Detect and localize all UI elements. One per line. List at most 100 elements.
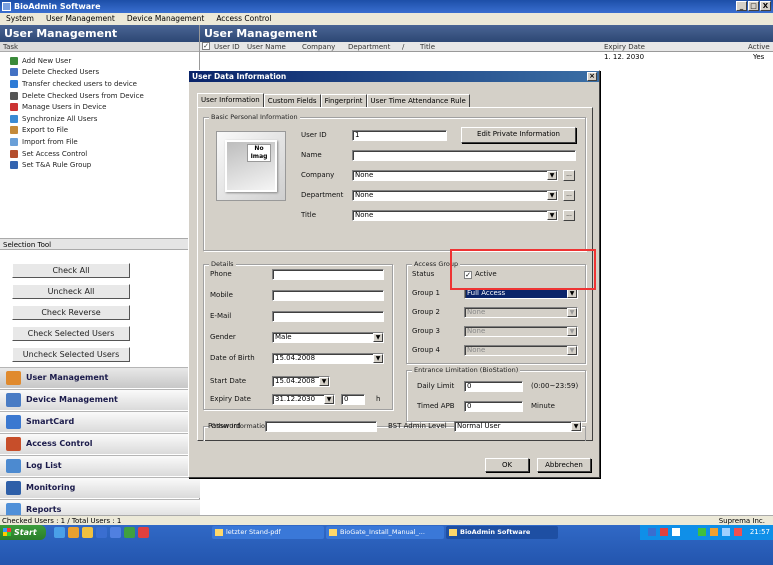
tab-fingerprint[interactable]: Fingerprint: [320, 94, 367, 107]
title-browse-button[interactable]: ...: [563, 210, 575, 221]
daily-limit-field[interactable]: 0: [464, 381, 523, 392]
start-button[interactable]: Start: [0, 525, 46, 540]
nav-access-control[interactable]: Access Control: [0, 433, 200, 454]
menu-user-management[interactable]: User Management: [46, 13, 115, 25]
minimize-button[interactable]: _: [736, 1, 747, 11]
tab-user-information[interactable]: User Information: [197, 93, 264, 107]
tray-alert-icon[interactable]: [734, 528, 742, 536]
nav-monitoring[interactable]: Monitoring: [0, 477, 200, 498]
bst-admin-level-select[interactable]: Normal User ▼: [454, 421, 582, 432]
dob-picker[interactable]: 15.04.2008 ▼: [272, 353, 384, 364]
taskbar-item-bioadmin[interactable]: BioAdmin Software: [446, 526, 558, 539]
chevron-down-icon[interactable]: ▼: [571, 422, 581, 431]
name-field[interactable]: [352, 150, 576, 161]
close-button[interactable]: X: [760, 1, 771, 11]
chevron-down-icon[interactable]: ▼: [567, 346, 577, 355]
chevron-down-icon[interactable]: ▼: [373, 333, 383, 342]
chevron-down-icon[interactable]: ▼: [319, 377, 329, 386]
menu-access-control[interactable]: Access Control: [216, 13, 271, 25]
mobile-field[interactable]: [272, 290, 384, 301]
phone-field[interactable]: [272, 269, 384, 280]
task-delete-from-device[interactable]: Delete Checked Users from Device: [10, 90, 199, 102]
tray-update-icon[interactable]: [698, 528, 706, 536]
tray-app-icon[interactable]: [672, 528, 680, 536]
department-select[interactable]: None ▼: [352, 190, 558, 201]
app-icon: [2, 2, 11, 11]
start-date-picker[interactable]: 15.04.2008 ▼: [272, 376, 330, 387]
tray-network-icon[interactable]: [648, 528, 656, 536]
chevron-down-icon[interactable]: ▼: [567, 308, 577, 317]
expiry-hour-field[interactable]: 0: [341, 394, 365, 405]
nav-smartcard[interactable]: SmartCard: [0, 411, 200, 432]
task-export-to-file[interactable]: Export to File: [10, 125, 199, 137]
menu-system[interactable]: System: [6, 13, 34, 25]
task-set-ta-rule-group[interactable]: Set T&A Rule Group: [10, 159, 199, 171]
quicklaunch-media-icon[interactable]: [138, 527, 149, 538]
col-title[interactable]: Title: [420, 42, 435, 52]
tab-time-attendance-rule[interactable]: User Time Attendance Rule: [366, 94, 470, 107]
maximize-button[interactable]: □: [748, 1, 759, 11]
quicklaunch-app-icon[interactable]: [124, 527, 135, 538]
company-select[interactable]: None ▼: [352, 170, 558, 181]
col-user-name[interactable]: User Name: [247, 42, 286, 52]
nav-user-management[interactable]: User Management: [0, 367, 200, 388]
taskbar-item-letzter-stand[interactable]: letzter Stand-pdf: [212, 526, 324, 539]
col-active[interactable]: Active: [748, 42, 770, 52]
header-checkbox[interactable]: ✓: [202, 42, 210, 50]
task-transfer-to-device[interactable]: Transfer checked users to device: [10, 78, 199, 90]
quicklaunch-browser-icon[interactable]: [68, 527, 79, 538]
email-field[interactable]: [272, 311, 384, 322]
uncheck-selected-users-button[interactable]: Uncheck Selected Users: [12, 347, 130, 362]
task-set-access-control[interactable]: Set Access Control: [10, 148, 199, 160]
col-user-id[interactable]: User ID: [214, 42, 240, 52]
check-reverse-button[interactable]: Check Reverse: [12, 305, 130, 320]
chevron-down-icon[interactable]: ▼: [567, 289, 577, 298]
user-id-field[interactable]: 1: [352, 130, 447, 141]
chevron-down-icon[interactable]: ▼: [547, 191, 557, 200]
chevron-down-icon[interactable]: ▼: [567, 327, 577, 336]
ok-button[interactable]: OK: [485, 458, 529, 472]
task-delete-checked-users[interactable]: Delete Checked Users: [10, 67, 199, 79]
tray-volume-icon[interactable]: [722, 528, 730, 536]
taskbar-item-biogate-manual[interactable]: BioGate_Install_Manual_...: [326, 526, 444, 539]
task-manage-users-in-device[interactable]: Manage Users in Device: [10, 101, 199, 113]
quicklaunch-ie-icon[interactable]: [110, 527, 121, 538]
dialog-close-button[interactable]: ×: [587, 72, 597, 81]
department-browse-button[interactable]: ...: [563, 190, 575, 201]
group3-select[interactable]: None ▼: [464, 326, 578, 337]
title-select[interactable]: None ▼: [352, 210, 558, 221]
chevron-down-icon[interactable]: ▼: [547, 211, 557, 220]
cancel-button[interactable]: Abbrechen: [537, 458, 591, 472]
tray-security-icon[interactable]: [660, 528, 668, 536]
menu-device-management[interactable]: Device Management: [127, 13, 204, 25]
nav-log-list[interactable]: Log List: [0, 455, 200, 476]
check-all-button[interactable]: Check All: [12, 263, 130, 278]
timed-apb-field[interactable]: 0: [464, 401, 523, 412]
nav-device-management[interactable]: Device Management: [0, 389, 200, 410]
task-add-new-user[interactable]: Add New User: [10, 55, 199, 67]
table-row[interactable]: 1. 12. 2030 Yes: [200, 52, 773, 62]
expiry-date-picker[interactable]: 31.12.2030 ▼: [272, 394, 335, 405]
gender-select[interactable]: Male ▼: [272, 332, 384, 343]
task-import-from-file[interactable]: Import from File: [10, 136, 199, 148]
uncheck-all-button[interactable]: Uncheck All: [12, 284, 130, 299]
password-field[interactable]: [265, 421, 377, 432]
quicklaunch-folder-icon[interactable]: [82, 527, 93, 538]
quicklaunch-desktop-icon[interactable]: [54, 527, 65, 538]
col-department[interactable]: Department: [348, 42, 390, 52]
col-company[interactable]: Company: [302, 42, 335, 52]
col-expiry-date[interactable]: Expiry Date: [604, 42, 645, 52]
task-synchronize-all-users[interactable]: Synchronize All Users: [10, 113, 199, 125]
group2-select[interactable]: None ▼: [464, 307, 578, 318]
quicklaunch-word-icon[interactable]: [96, 527, 107, 538]
edit-private-info-button[interactable]: Edit Private Information: [461, 127, 576, 143]
chevron-down-icon[interactable]: ▼: [373, 354, 383, 363]
group4-select[interactable]: None ▼: [464, 345, 578, 356]
check-selected-users-button[interactable]: Check Selected Users: [12, 326, 130, 341]
tray-battery-icon[interactable]: [710, 528, 718, 536]
user-photo[interactable]: No Imag: [216, 131, 286, 201]
chevron-down-icon[interactable]: ▼: [324, 395, 334, 404]
company-browse-button[interactable]: ...: [563, 170, 575, 181]
tab-custom-fields[interactable]: Custom Fields: [263, 94, 321, 107]
chevron-down-icon[interactable]: ▼: [547, 171, 557, 180]
